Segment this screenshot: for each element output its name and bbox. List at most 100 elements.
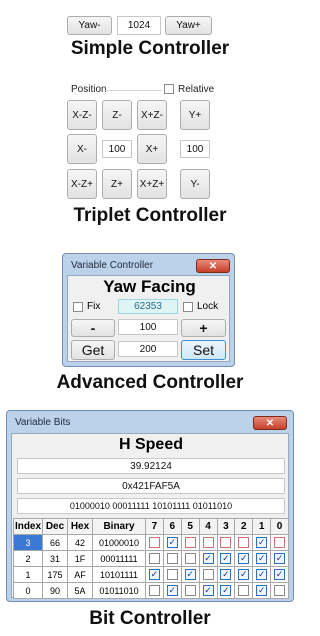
bit-cell [180,582,200,599]
bit-cell: ✓ [162,582,182,599]
bit-cell [145,534,164,551]
fix-label: Fix [87,301,101,312]
simple-controller-caption: Simple Controller [70,38,230,59]
bit-cell: ✓ [145,566,164,583]
bit-cell: ✓ [234,550,254,567]
bit-checkbox[interactable] [238,585,250,596]
table-row[interactable]: 3 66 42 01000010 ✓ ✓ [13,534,289,551]
bits-table: Index Dec Hex Binary 7 6 5 4 3 2 1 0 3 66… [13,518,289,599]
variable-bits-window: Variable Bits ✕ H Speed 39.92124 0x421FA… [6,410,294,602]
window-client-area: Yaw Facing Fix 62353 Lock - 100 + Get 20… [67,275,230,362]
hex-cell: 42 [67,534,93,551]
bit-checkbox-checked[interactable]: ✓ [220,569,232,580]
column-header: 3 [216,518,236,535]
yaw-value-field[interactable]: 1024 [117,16,161,35]
bit-checkbox-checked[interactable]: ✓ [220,585,232,596]
column-header: 2 [234,518,254,535]
index-cell: 2 [13,550,43,567]
bit-checkbox[interactable] [202,537,214,548]
column-header: 5 [180,518,200,535]
advanced-controller-caption: Advanced Controller [56,372,244,393]
close-icon[interactable]: ✕ [253,416,287,430]
increment-button[interactable]: + [181,319,226,337]
bit-checkbox-checked[interactable]: ✓ [166,537,178,548]
bit-cell [162,566,182,583]
bit-checkbox[interactable] [184,553,196,564]
bit-checkbox-checked[interactable]: ✓ [274,553,286,564]
bit-checkbox-checked[interactable]: ✓ [238,553,250,564]
bit-checkbox[interactable] [148,553,160,564]
y-value-field[interactable]: 100 [180,140,210,158]
index-cell: 0 [13,582,43,599]
bit-checkbox-checked[interactable]: ✓ [256,569,268,580]
bit-checkbox[interactable] [184,585,196,596]
x-plus-button[interactable]: X+ [137,134,167,164]
bit-checkbox[interactable] [238,537,250,548]
bit-checkbox[interactable] [220,537,232,548]
bit-checkbox-checked[interactable]: ✓ [202,553,214,564]
bit-checkbox[interactable] [202,569,214,580]
fix-checkbox[interactable] [73,302,83,312]
bit-checkbox[interactable] [184,537,196,548]
step-field[interactable]: 100 [118,319,178,335]
x-minus-button[interactable]: X- [67,134,97,164]
x-minus-z-minus-button[interactable]: X-Z- [67,100,97,130]
bit-checkbox-checked[interactable]: ✓ [166,585,178,596]
decrement-button[interactable]: - [71,319,115,337]
bit-cell [162,550,182,567]
index-cell: 1 [13,566,43,583]
bits-table-header: Index Dec Hex Binary 7 6 5 4 3 2 1 0 [13,518,289,535]
binary-cell: 10101111 [92,566,146,583]
yaw-minus-button[interactable]: Yaw- [67,16,112,35]
bit-cell: ✓ [252,550,272,567]
bit-cell [180,550,200,567]
bit-cell [234,582,254,599]
set-value-field[interactable]: 200 [118,341,178,357]
bit-checkbox[interactable] [148,537,160,548]
hex-cell: 1F [67,550,93,567]
bit-checkbox[interactable] [274,537,286,548]
y-plus-button[interactable]: Y+ [180,100,210,130]
column-header: 4 [198,518,218,535]
bit-checkbox-checked[interactable]: ✓ [220,553,232,564]
yaw-plus-button[interactable]: Yaw+ [165,16,212,35]
y-minus-button[interactable]: Y- [180,169,210,199]
hex-value-field: 0x421FAF5A [17,478,285,494]
bit-checkbox-checked[interactable]: ✓ [256,553,268,564]
lock-checkbox[interactable] [183,302,193,312]
bit-checkbox-checked[interactable]: ✓ [256,585,268,596]
x-plus-z-minus-button[interactable]: X+Z- [137,100,167,130]
bit-checkbox[interactable] [148,585,160,596]
table-row[interactable]: 2 31 1F 00011111 ✓ ✓ ✓ ✓ ✓ [13,550,289,567]
table-row[interactable]: 1 175 AF 10101111 ✓ ✓ ✓ ✓ ✓ ✓ [13,566,289,583]
triplet-value-field[interactable]: 100 [102,140,132,158]
bit-cell [270,534,289,551]
bit-checkbox-checked[interactable]: ✓ [202,585,214,596]
bit-checkbox-checked[interactable]: ✓ [148,569,160,580]
x-plus-z-plus-button[interactable]: X+Z+ [137,169,167,199]
get-button[interactable]: Get [71,340,115,360]
column-header: Hex [67,518,93,535]
x-minus-z-plus-button[interactable]: X-Z+ [67,169,97,199]
bit-checkbox[interactable] [166,569,178,580]
h-speed-heading: H Speed [118,436,183,453]
relative-checkbox[interactable] [164,84,174,94]
bit-checkbox-checked[interactable]: ✓ [184,569,196,580]
set-button[interactable]: Set [181,340,226,360]
bit-checkbox[interactable] [274,585,286,596]
z-minus-button[interactable]: Z- [102,100,132,130]
dec-cell: 90 [42,582,68,599]
table-row[interactable]: 0 90 5A 01011010 ✓ ✓ ✓ ✓ [13,582,289,599]
bit-cell: ✓ [198,582,218,599]
binary-cell: 01000010 [92,534,146,551]
z-plus-button[interactable]: Z+ [102,169,132,199]
bit-controller-caption: Bit Controller [89,608,211,629]
dec-cell: 31 [42,550,68,567]
bit-checkbox-checked[interactable]: ✓ [238,569,250,580]
bit-checkbox[interactable] [166,553,178,564]
bit-checkbox-checked[interactable]: ✓ [256,537,268,548]
close-icon[interactable]: ✕ [196,259,230,273]
column-header: 0 [270,518,289,535]
relative-label: Relative [178,84,215,95]
bit-checkbox-checked[interactable]: ✓ [274,569,286,580]
